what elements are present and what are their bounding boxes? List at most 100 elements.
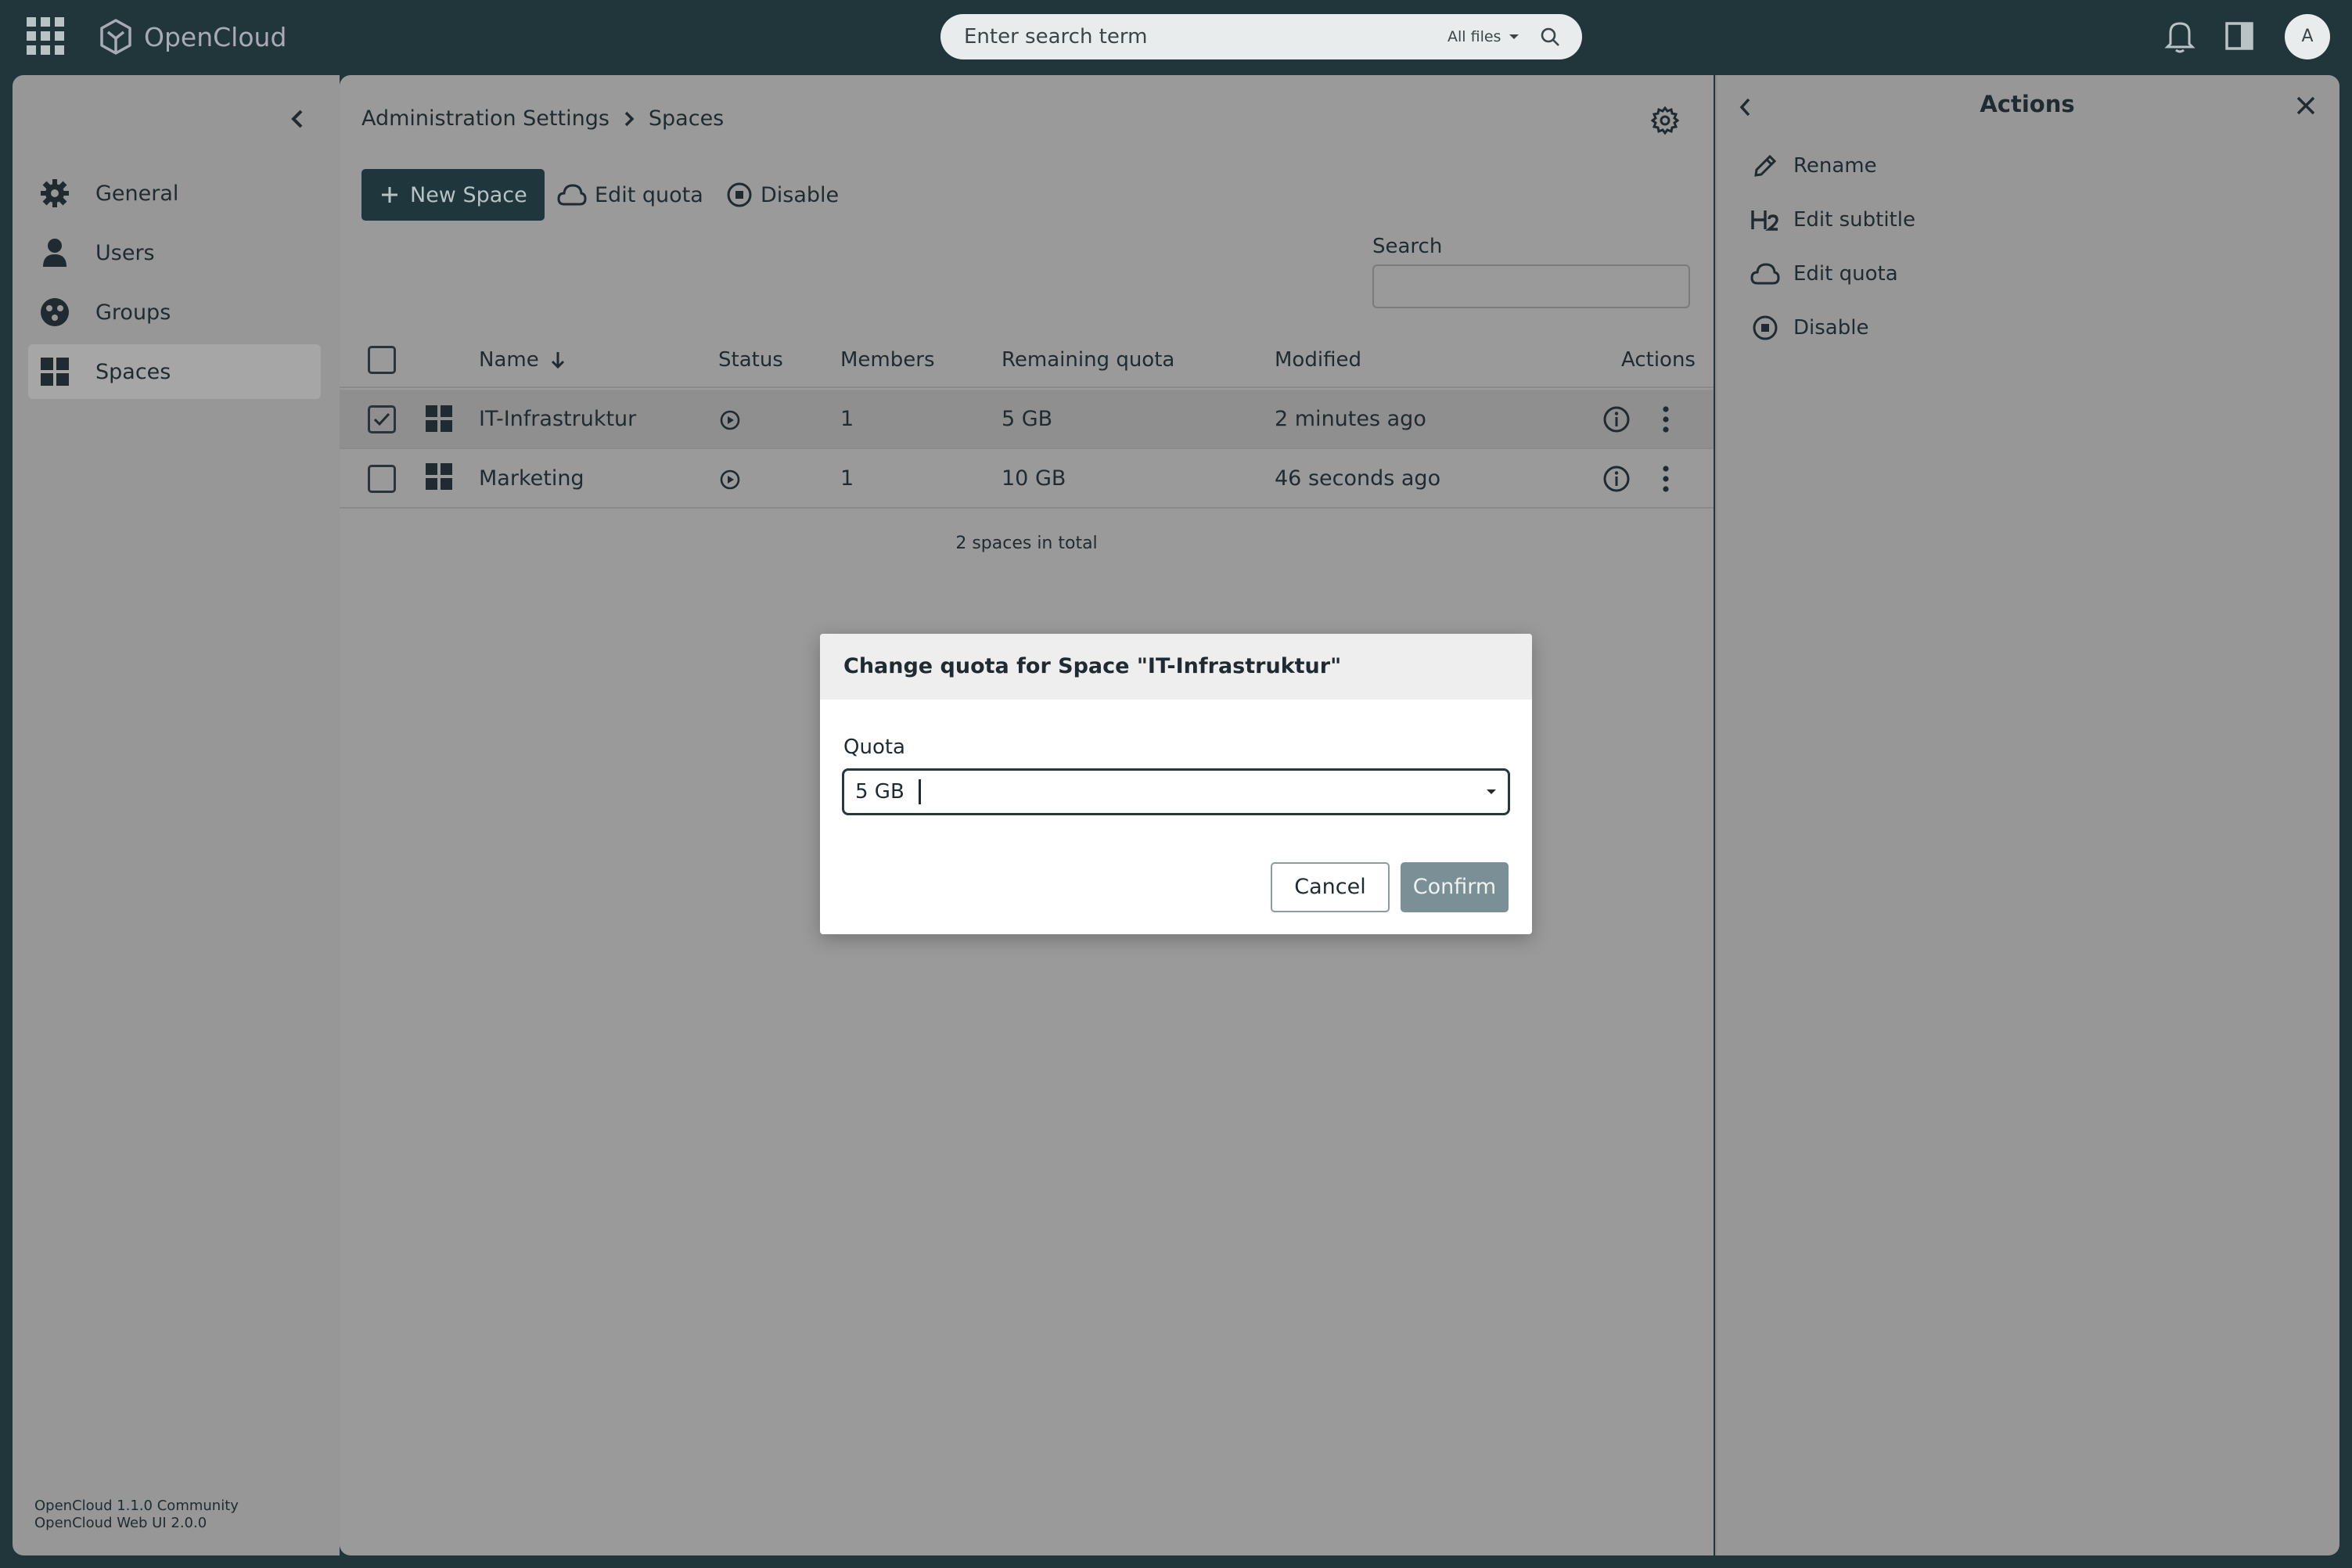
gear-icon [28, 178, 81, 208]
breadcrumb: Administration Settings Spaces [361, 106, 724, 131]
space-icon [426, 463, 452, 490]
cloud-icon [557, 183, 587, 207]
sidebar-toggle-icon[interactable] [2225, 22, 2253, 50]
space-members: 1 [840, 466, 854, 491]
space-name[interactable]: Marketing [479, 449, 584, 509]
opencloud-logo-icon [99, 18, 133, 56]
search-label: Search [1372, 235, 1443, 258]
status-enabled-play-icon [720, 469, 740, 490]
groups-icon [28, 297, 81, 327]
modal-title: Change quota for Space "IT-Infrastruktur… [820, 634, 1532, 699]
user-avatar[interactable]: A [2285, 14, 2330, 59]
search-input[interactable]: Enter search term [964, 14, 1147, 59]
search-scope-dropdown[interactable]: All files [1448, 14, 1519, 59]
stop-circle-icon [1750, 315, 1781, 341]
select-all-checkbox[interactable] [368, 346, 396, 374]
quota-value: 5 GB [855, 780, 904, 804]
table-row[interactable]: Marketing 1 10 GB 46 seconds ago [340, 449, 1714, 509]
edit-quota-button[interactable]: Edit quota [557, 169, 703, 221]
cancel-button[interactable]: Cancel [1271, 862, 1390, 912]
quota-select[interactable]: 5 GB [842, 768, 1510, 815]
action-label: Rename [1793, 154, 1877, 178]
column-header-actions: Actions [1621, 348, 1696, 372]
quota-label: Quota [843, 735, 905, 759]
user-icon [28, 238, 81, 268]
spaces-total-count: 2 spaces in total [955, 534, 1098, 553]
top-bar: OpenCloud Enter search term All files A [0, 0, 2352, 74]
sidebar-item-general[interactable]: General [28, 166, 321, 221]
info-icon[interactable] [1602, 405, 1631, 433]
row-checkbox[interactable] [368, 405, 396, 433]
space-remaining-quota: 10 GB [1002, 466, 1066, 491]
sidebar-item-label: Spaces [95, 359, 171, 384]
plus-icon [380, 185, 399, 204]
version-line: OpenCloud Web UI 2.0.0 [34, 1515, 207, 1531]
actions-panel-title: Actions [1980, 91, 2075, 117]
stop-circle-icon [726, 182, 753, 208]
column-header-label: Name [479, 348, 539, 372]
arrow-down-sort-icon [550, 351, 566, 369]
actions-panel [1715, 75, 2339, 1555]
column-header-members[interactable]: Members [840, 332, 935, 388]
new-space-label: New Space [410, 182, 527, 207]
space-icon [426, 405, 452, 432]
column-header-remaining-quota[interactable]: Remaining quota [1002, 332, 1174, 388]
sidebar-item-label: Groups [95, 300, 171, 325]
app-name: OpenCloud [144, 21, 287, 52]
column-header-name[interactable]: Name [479, 332, 566, 388]
disable-button[interactable]: Disable [726, 169, 839, 221]
edit-quota-label: Edit quota [595, 182, 703, 207]
table-header: Name Status Members Remaining quota Modi… [340, 332, 1714, 388]
sidebar-item-users[interactable]: Users [28, 225, 321, 280]
more-actions-kebab-icon[interactable] [1662, 405, 1670, 433]
space-modified: 2 minutes ago [1275, 407, 1426, 431]
spaces-icon [28, 358, 81, 386]
status-enabled-play-icon [720, 410, 740, 430]
app-logo[interactable]: OpenCloud [99, 16, 286, 58]
sidebar-item-label: Users [95, 240, 155, 265]
settings-gear-icon[interactable] [1651, 106, 1679, 135]
breadcrumb-current: Spaces [648, 106, 725, 131]
new-space-button[interactable]: New Space [361, 169, 545, 221]
sidebar-item-label: General [95, 181, 179, 206]
more-actions-kebab-icon[interactable] [1662, 465, 1670, 493]
spaces-search-input[interactable] [1372, 264, 1690, 308]
action-label: Edit quota [1793, 262, 1898, 286]
action-label: Edit subtitle [1793, 208, 1915, 232]
column-header-status[interactable]: Status [718, 332, 783, 388]
space-name[interactable]: IT-Infrastruktur [479, 390, 636, 449]
version-info: OpenCloud 1.1.0 Community OpenCloud Web … [34, 1498, 239, 1532]
action-rename[interactable]: Rename [1750, 147, 1877, 185]
space-remaining-quota: 5 GB [1002, 407, 1053, 431]
row-checkbox[interactable] [368, 465, 396, 493]
collapse-sidebar-chevron-left-icon[interactable] [290, 108, 305, 130]
change-quota-modal: Change quota for Space "IT-Infrastruktur… [820, 634, 1532, 934]
info-icon[interactable] [1602, 465, 1631, 493]
search-scope-label: All files [1448, 28, 1501, 45]
pencil-icon [1750, 153, 1781, 178]
table-row[interactable]: IT-Infrastruktur 1 5 GB 2 minutes ago [340, 390, 1714, 449]
chevron-right-icon [624, 110, 635, 128]
confirm-button[interactable]: Confirm [1401, 862, 1509, 912]
action-edit-subtitle[interactable]: Edit subtitle [1750, 201, 1915, 239]
heading-h2-icon [1750, 208, 1781, 232]
column-header-modified[interactable]: Modified [1275, 332, 1361, 388]
disable-label: Disable [761, 182, 840, 207]
sidebar-item-spaces[interactable]: Spaces [28, 344, 321, 399]
breadcrumb-parent[interactable]: Administration Settings [361, 106, 610, 131]
close-icon[interactable] [2296, 95, 2316, 116]
app-switcher-icon[interactable] [27, 17, 64, 55]
space-modified: 46 seconds ago [1275, 466, 1441, 491]
sidebar-item-groups[interactable]: Groups [28, 285, 321, 340]
version-line: OpenCloud 1.1.0 Community [34, 1498, 239, 1514]
text-cursor [918, 779, 921, 804]
caret-down-icon [1509, 33, 1519, 41]
action-label: Disable [1793, 316, 1869, 340]
notifications-bell-icon[interactable] [2164, 19, 2196, 53]
action-disable[interactable]: Disable [1750, 309, 1868, 347]
cloud-icon [1750, 262, 1781, 286]
search-icon[interactable] [1540, 27, 1560, 47]
action-edit-quota[interactable]: Edit quota [1750, 255, 1898, 293]
caret-down-icon[interactable] [1486, 788, 1497, 796]
global-search[interactable]: Enter search term All files [940, 14, 1582, 59]
